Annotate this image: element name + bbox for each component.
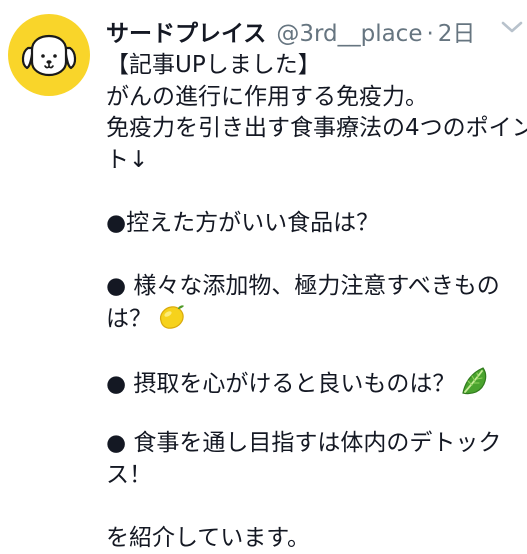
tweet-line-with-emoji: ● 摂取を心がけると良いものは？ [106,365,518,397]
blank-line [106,334,518,366]
blank-line [106,239,518,271]
leafy-green-emoji-icon [459,365,491,397]
blank-line [106,176,518,208]
meta-separator: · [426,21,433,47]
tweet-header: サードプレイス @3rd__place · 2日 [106,14,517,50]
tweet[interactable]: サードプレイス @3rd__place · 2日 【記事UPしました】 がんの進… [0,0,527,551]
user-handle[interactable]: @3rd__place [276,21,422,47]
tweet-line-text: ● 摂取を心がけると良いものは？ [106,371,455,397]
tweet-line: がんの進行に作用する免疫力。 [106,82,518,114]
tweet-line-with-emoji: は？ [106,302,518,334]
tweet-line-text: は？ [106,306,152,332]
tweet-line: ● 食事を通し目指すは体内のデトック [106,428,518,460]
avatar[interactable] [8,14,90,96]
timestamp[interactable]: 2日 [438,14,476,48]
chevron-down-icon[interactable] [499,18,525,36]
lemon-emoji-icon [156,302,186,332]
display-name[interactable]: サードプレイス [106,14,266,48]
blank-line [106,397,518,429]
dog-face-icon [8,14,90,96]
blank-line [106,491,518,523]
tweet-line: を紹介しています。 [106,523,518,554]
tweet-line: 免疫力を引き出す食事療法の4つのポイン [106,113,518,145]
tweet-text: 【記事UPしました】 がんの進行に作用する免疫力。 免疫力を引き出す食事療法の4… [106,50,518,554]
tweet-line: ス！ [106,460,518,492]
tweet-line: 【記事UPしました】 [106,50,518,82]
tweet-line: ●控えた方がいい食品は？ [106,208,518,240]
tweet-line: ト↓ [106,145,518,177]
tweet-line: ● 様々な添加物、極力注意すべきもの [106,271,518,303]
